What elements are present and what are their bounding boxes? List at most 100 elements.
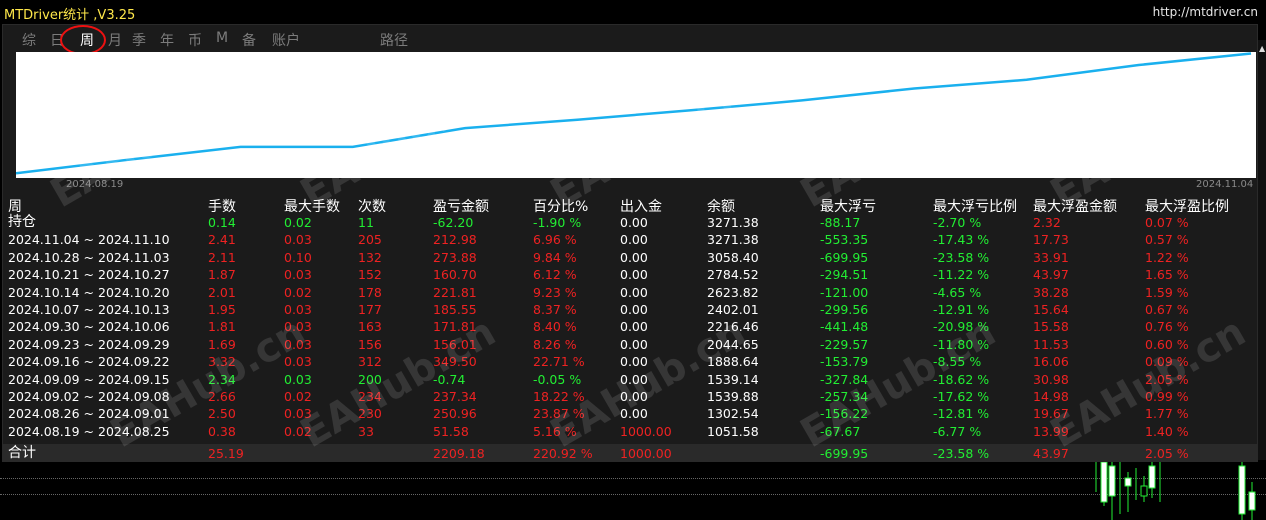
cell-9: 43.97 [1033,267,1069,283]
row-label: 2024.10.14 ~ 2024.10.20 [8,284,170,300]
cell-8: -4.65 % [933,284,982,300]
cell-5: 0.00 [620,371,648,387]
cell-7: -553.35 [820,232,869,248]
cell-9: 33.91 [1033,249,1069,265]
tab-3[interactable]: 月 [108,30,122,50]
cell-1: 0.02 [284,215,312,230]
cell-0: 2.01 [208,284,236,300]
cell-5: 0.00 [620,336,648,352]
cell-5: 0.00 [620,354,648,370]
site-url-link[interactable]: http://mtdriver.cn [1153,5,1258,19]
cell-5: 0.00 [620,249,648,265]
cell-1: 0.02 [284,389,312,404]
cell-2: 156 [358,336,382,352]
col-header-5: 出入金 [620,199,662,215]
cell-2: 234 [358,389,382,404]
cell-1: 0.03 [284,232,312,248]
cell-6: 3058.40 [707,249,759,265]
cell-0: 25.19 [208,446,244,461]
table-row: 2024.10.28 ~ 2024.11.03 2.11 0.10 132 273.88… [0,249,1260,267]
cell-9: 17.73 [1033,232,1069,248]
cell-3: 156.01 [433,336,477,352]
tab-9[interactable]: 账户 [272,30,300,50]
col-header-4: 百分比% [533,199,589,215]
cell-7: -257.34 [820,389,869,404]
cell-9: 15.64 [1033,302,1069,317]
cell-7: -121.00 [820,284,869,300]
cell-6: 1539.14 [707,371,759,387]
cell-7: -299.56 [820,302,869,317]
cell-1: 0.03 [284,302,312,317]
cell-10: 0.99 % [1145,389,1189,404]
summary-row: 合计 25.19 2209.18 220.92 % 1000.00 -699.95 -23.… [0,445,1260,463]
table-row: 2024.09.23 ~ 2024.09.29 1.69 0.03 156 156.01… [0,336,1260,354]
cell-3: 250.96 [433,406,477,422]
cell-4: 8.40 % [533,319,577,335]
app-title: MTDriver统计 ,V3.25 [4,8,136,23]
cell-9: 30.98 [1033,371,1069,387]
cell-8: -11.80 % [933,336,990,352]
cell-4: 9.23 % [533,284,577,300]
price-chart-strip [0,462,1266,520]
tab-7[interactable]: M [216,30,228,46]
cell-4: 18.22 % [533,389,585,404]
equity-line [16,52,1252,175]
cell-0: 2.66 [208,389,236,404]
cell-3: 185.55 [433,302,477,317]
cell-2: 312 [358,354,382,370]
cell-0: 1.69 [208,336,236,352]
cell-0: 1.81 [208,319,236,335]
cell-7: -699.95 [820,446,869,461]
vertical-scrollbar[interactable] [1258,40,1266,460]
table-row: 2024.09.09 ~ 2024.09.15 2.34 0.03 200 -0.74 -… [0,371,1260,389]
cell-5: 0.00 [620,232,648,248]
cell-9: 13.99 [1033,423,1069,439]
row-label: 2024.09.09 ~ 2024.09.15 [8,371,170,387]
tab-5[interactable]: 年 [160,30,174,50]
tab-4[interactable]: 季 [132,30,146,50]
cell-10: 0.60 % [1145,336,1189,352]
col-header-2: 次数 [358,199,386,215]
cell-1: 0.03 [284,267,312,283]
cell-3: 171.81 [433,319,477,335]
holding-row: 持仓 0.14 0.02 11 -62.20 -1.90 % 0.00 3271.38 -88.… [0,214,1260,232]
row-label: 2024.08.26 ~ 2024.09.01 [8,406,170,422]
tab-6[interactable]: 币 [188,30,202,50]
row-label: 2024.10.21 ~ 2024.10.27 [8,267,170,283]
row-label: 合计 [8,445,36,461]
table-row: 2024.09.30 ~ 2024.10.06 1.81 0.03 163 171.81… [0,318,1260,336]
cell-2: 163 [358,319,382,335]
row-label: 2024.11.04 ~ 2024.11.10 [8,232,170,248]
cell-6: 3271.38 [707,232,759,248]
tab-1[interactable]: 日 [50,30,64,50]
cell-7: -156.22 [820,406,869,422]
cell-9: 14.98 [1033,389,1069,404]
cell-6: 1302.54 [707,406,759,422]
cell-8: -11.22 % [933,267,990,283]
cell-0: 2.34 [208,371,236,387]
tab-8[interactable]: 备 [242,30,256,50]
equity-chart [16,52,1256,178]
cell-1: 0.03 [284,354,312,370]
cell-2: 200 [358,371,382,387]
tab-2[interactable]: 周 [80,30,94,50]
cell-10: 1.59 % [1145,284,1189,300]
cell-7: -327.84 [820,371,869,387]
col-header-0: 手数 [208,199,236,215]
cell-4: 5.16 % [533,423,577,439]
col-header-9: 最大浮盈金额 [1033,199,1117,215]
tab-10[interactable]: 路径 [380,30,408,50]
scroll-up-arrow-icon[interactable]: ▲ [1259,44,1265,53]
table-row: 2024.08.26 ~ 2024.09.01 2.50 0.03 230 250.96… [0,405,1260,423]
cell-8: -23.58 % [933,446,990,461]
table-row: 2024.11.04 ~ 2024.11.10 2.41 0.03 205 212.98… [0,231,1260,249]
cell-7: -229.57 [820,336,869,352]
cell-6: 2216.46 [707,319,759,335]
cell-7: -88.17 [820,215,861,230]
cell-3: 160.70 [433,267,477,283]
cell-8: -17.62 % [933,389,990,404]
cell-10: 0.57 % [1145,232,1189,248]
cell-0: 3.32 [208,354,236,370]
tab-0[interactable]: 综 [22,30,36,50]
cell-6: 1051.58 [707,423,759,439]
